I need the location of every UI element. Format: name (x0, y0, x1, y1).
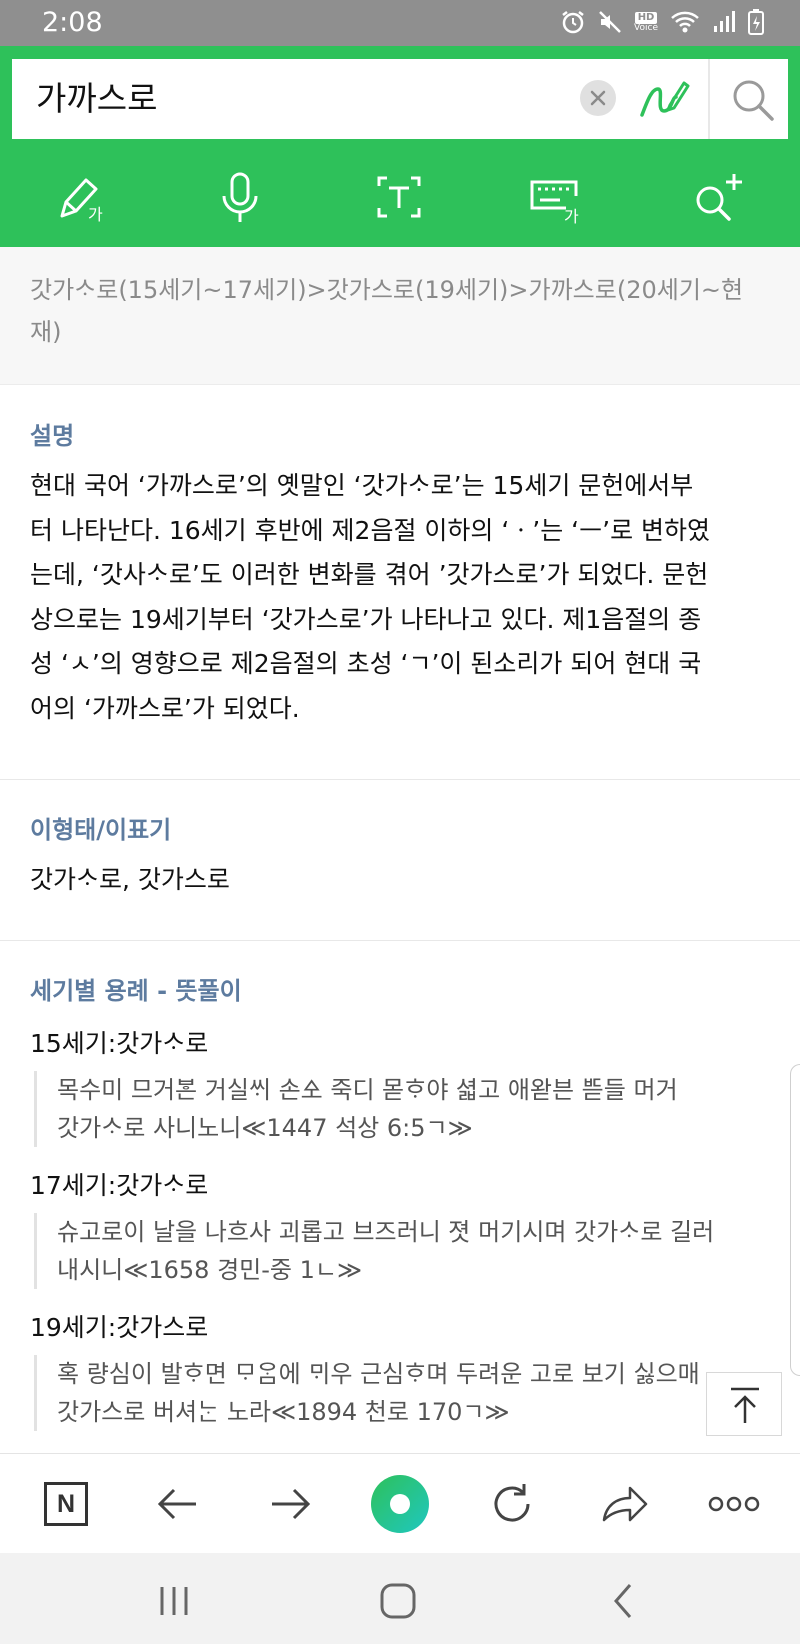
home-button[interactable] (378, 1581, 418, 1621)
refresh-button[interactable] (484, 1476, 540, 1532)
keyboard-ga-icon: 가 (530, 180, 579, 226)
back-button[interactable] (150, 1476, 206, 1532)
description-line: 상으로는 19세기부터 ‘갓가스로’가 나타나고 있다. 제1음절의 종 (30, 604, 702, 634)
share-arrow-icon (602, 1486, 648, 1522)
search-tools-toolbar: 가 가 (0, 150, 800, 247)
more-dots-icon (708, 1496, 760, 1512)
wifi-icon (671, 11, 699, 33)
recent-apps-button[interactable] (154, 1581, 194, 1621)
search-plus-icon (696, 174, 742, 221)
usage-quote: 슈고로이 날을 나흐사 괴롭고 브즈러니 졋 머기시며 갓가ᄉᆞ로 길러 내시니… (34, 1213, 774, 1289)
search-input[interactable]: 가까스로 (36, 77, 157, 121)
battery-icon (748, 9, 764, 35)
microphone-icon (222, 172, 258, 222)
green-dot-button[interactable] (368, 1472, 432, 1536)
clear-button[interactable] (580, 80, 616, 116)
system-navigation-bar (0, 1553, 800, 1644)
refresh-icon (494, 1484, 530, 1522)
scroll-to-top-button[interactable] (706, 1372, 782, 1436)
text-scan-icon (377, 176, 421, 218)
advanced-search-tool[interactable] (690, 170, 746, 224)
browser-toolbar: N (0, 1453, 800, 1553)
text-recognition-tool[interactable] (371, 170, 427, 224)
search-box: 가까스로 (12, 59, 788, 139)
search-button[interactable] (730, 77, 776, 123)
century-label: 17세기:갓가ᄉᆞ로 (30, 1171, 209, 1200)
handwriting-button[interactable] (638, 75, 690, 123)
green-dot-icon (371, 1475, 429, 1533)
alarm-icon (562, 11, 584, 34)
usage-title: 세기별 용례 - 뜻풀이 (30, 977, 242, 1005)
handwriting-input-tool[interactable]: 가 (56, 170, 112, 224)
description-section: 설명 현대 국어 ‘가까스로’의 옛말인 ‘갓가ᄉᆞ로’는 15세기 문헌에서부… (0, 386, 800, 780)
search-divider (708, 59, 710, 139)
mute-icon (599, 11, 621, 33)
share-button[interactable] (596, 1476, 652, 1532)
arrow-left-icon (157, 1488, 196, 1520)
description-text: 현대 국어 ‘가까스로’의 옛말인 ‘갓가ᄉᆞ로’는 15세기 문헌에서부 터 … (30, 464, 770, 731)
hd-voice-icon: HD Voice (634, 11, 658, 33)
description-line: 성 ‘ㅅ’의 영향으로 제2음절의 초성 ‘ㄱ’이 된소리가 되어 현대 국 (30, 649, 702, 678)
description-line: 터 나타난다. 16세기 후반에 제2음절 이하의 ‘ㆍ’는 ‘ㅡ’로 변하였 (30, 515, 711, 545)
etymology-text: 갓가ᄉᆞ로(15세기~17세기)>갓가스로(19세기)>가까스로(20세기~현재… (30, 276, 744, 346)
arrow-up-icon (731, 1387, 759, 1423)
forward-button[interactable] (262, 1476, 318, 1532)
chevron-left-icon (614, 1584, 632, 1618)
century-label: 15세기:갓가ᄉᆞ로 (30, 1029, 209, 1058)
handwriting-pen-icon (640, 81, 690, 117)
usage-quote: 목수미 므거ᄫᅳᆫ 거실ᄊᆡ 손ᅀᅩ 죽디 몯ᄒᆞ야 셟고 애왇븐 ᄠᅳᆮ들 머… (34, 1071, 774, 1147)
variants-section: 이형태/이표기 갓가ᄉᆞ로, 갓가스로 (0, 780, 800, 941)
close-icon (590, 90, 606, 106)
pen-ga-icon: 가 (60, 178, 103, 224)
etymology-summary: 갓가ᄉᆞ로(15세기~17세기)>갓가스로(19세기)>가까스로(20세기~현재… (0, 247, 800, 385)
system-back-button[interactable] (604, 1581, 644, 1621)
usage-quote: 혹 량심이 발ᄒᆞ면 ᄆᆞᄋᆞᆷ에 ᄆᆡ우 근심ᄒᆞ며 두려운 고로 보기 싫으… (34, 1355, 774, 1431)
svg-text:가: 가 (88, 205, 103, 224)
svg-text:가: 가 (564, 207, 579, 224)
variants-text: 갓가ᄉᆞ로, 갓가스로 (30, 865, 230, 894)
usage-section: 세기별 용례 - 뜻풀이 15세기:갓가ᄉᆞ로 목수미 므거ᄫᅳᆫ 거실ᄊᆡ 손… (0, 941, 800, 1451)
keyboard-input-tool[interactable]: 가 (528, 170, 584, 226)
century-label: 19세기:갓가스로 (30, 1313, 209, 1342)
variants-title: 이형태/이표기 (30, 816, 172, 844)
status-icons: HD Voice (560, 9, 764, 35)
description-line: 는데, ‘갓사ᄉᆞ로’도 이러한 변화를 겪어 ’갓가스로’가 되었다. 문헌 (30, 560, 709, 589)
signal-icon (714, 11, 735, 32)
description-title: 설명 (30, 422, 75, 450)
scroll-handle[interactable] (790, 1064, 800, 1376)
search-header: 가까스로 가 가 (0, 46, 800, 247)
arrow-right-icon (272, 1488, 311, 1520)
naver-home-button[interactable]: N (44, 1482, 88, 1526)
status-bar: 2:08 HD Voice (0, 0, 800, 46)
home-icon (380, 1583, 416, 1619)
status-time: 2:08 (42, 7, 103, 38)
description-line: 현대 국어 ‘가까스로’의 옛말인 ‘갓가ᄉᆞ로’는 15세기 문헌에서부 (30, 471, 694, 500)
recent-apps-icon (160, 1587, 188, 1615)
more-button[interactable] (706, 1476, 762, 1532)
description-line: 어의 ‘가까스로’가 되었다. (30, 693, 300, 723)
voice-search-tool[interactable] (212, 170, 268, 224)
search-icon (733, 80, 774, 121)
